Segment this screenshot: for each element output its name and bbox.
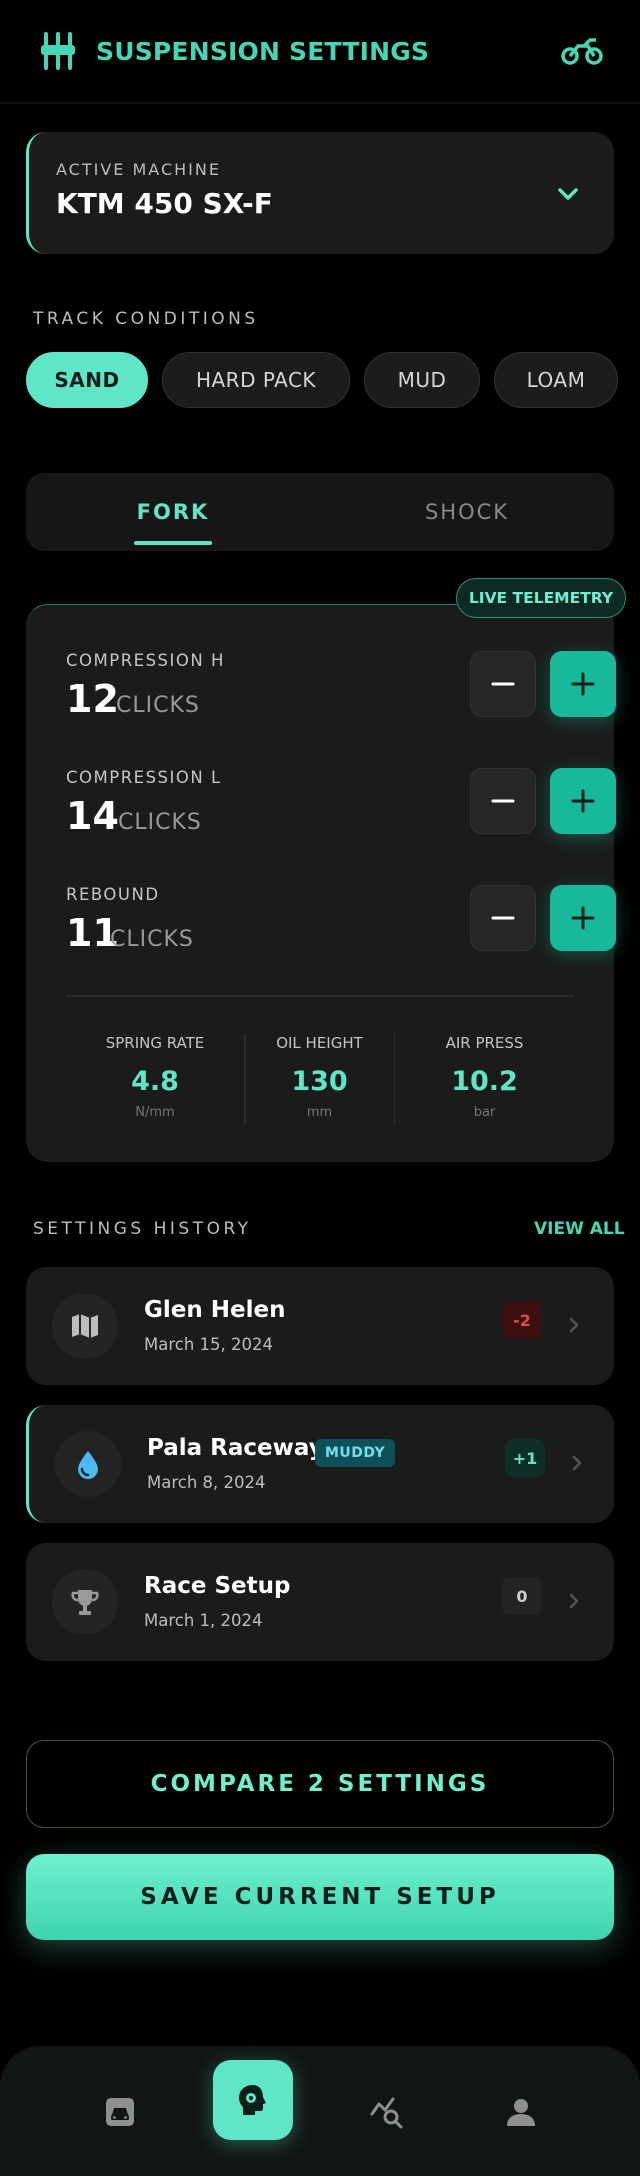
decrement-button[interactable]	[470, 651, 536, 717]
compare-settings-button[interactable]: COMPARE 2 SETTINGS	[26, 1740, 614, 1828]
history-item-race-setup[interactable]: Race Setup March 1, 2024 0	[26, 1543, 614, 1661]
setting-unit: CLICKS	[116, 693, 200, 718]
history-item-glen-helen[interactable]: Glen Helen March 15, 2024 -2	[26, 1267, 614, 1385]
tab-fork[interactable]: FORK	[26, 473, 320, 551]
stat-label: OIL HEIGHT	[276, 1034, 363, 1052]
chevron-down-icon[interactable]	[554, 180, 582, 208]
chevron-right-icon	[569, 1451, 585, 1475]
stat-value: 130	[291, 1066, 348, 1097]
increment-button[interactable]	[550, 768, 616, 834]
app-header: SUSPENSION SETTINGS	[0, 0, 640, 104]
setting-value: 14	[66, 794, 119, 838]
panel-divider	[66, 995, 574, 997]
chip-loam[interactable]: LOAM	[494, 352, 618, 408]
stat-value: 4.8	[131, 1066, 179, 1097]
setting-unit: CLICKS	[110, 927, 194, 952]
stat-unit: mm	[306, 1105, 333, 1120]
chip-hard-pack[interactable]: HARD PACK	[162, 352, 350, 408]
compression-high-row: COMPRESSION H 12 CLICKS	[66, 651, 616, 721]
stat-air-press: AIR PRESS 10.2 bar	[395, 1034, 574, 1124]
delta-badge: -2	[502, 1301, 542, 1339]
settings-history-label: SETTINGS HISTORY	[33, 1219, 252, 1239]
profile-icon[interactable]	[497, 2088, 545, 2136]
chevron-right-icon	[566, 1589, 582, 1613]
increment-button[interactable]	[550, 885, 616, 951]
stat-unit: bar	[473, 1105, 496, 1120]
machine-value: KTM 450 SX-F	[56, 187, 273, 220]
garage-icon[interactable]	[96, 2088, 144, 2136]
fork-stats: SPRING RATE 4.8 N/mm OIL HEIGHT 130 mm A…	[66, 1034, 574, 1124]
stat-label: SPRING RATE	[105, 1034, 205, 1052]
machine-selector[interactable]: ACTIVE MACHINE KTM 450 SX-F	[26, 132, 614, 254]
live-telemetry-badge: LIVE TELEMETRY	[456, 578, 626, 618]
page-title: SUSPENSION SETTINGS	[96, 36, 430, 66]
history-name: Pala Raceway	[147, 1435, 324, 1461]
history-item-pala-raceway[interactable]: Pala Raceway MUDDY March 8, 2024 +1	[26, 1405, 614, 1523]
fork-shock-tabs: FORK SHOCK	[26, 473, 614, 551]
stat-value: 10.2	[451, 1066, 518, 1097]
tab-shock[interactable]: SHOCK	[320, 473, 614, 551]
chip-mud[interactable]: MUD	[364, 352, 480, 408]
trophy-icon	[52, 1569, 118, 1635]
setting-unit: CLICKS	[118, 810, 202, 835]
chevron-right-icon	[566, 1313, 582, 1337]
history-date: March 15, 2024	[144, 1335, 274, 1354]
bottom-nav	[0, 2046, 640, 2176]
setting-value: 12	[66, 677, 119, 721]
save-setup-button[interactable]: SAVE CURRENT SETUP	[26, 1854, 614, 1940]
history-name: Race Setup	[144, 1573, 291, 1599]
chip-sand[interactable]: SAND	[26, 352, 148, 408]
history-name: Glen Helen	[144, 1297, 286, 1323]
map-icon	[52, 1293, 118, 1359]
decrement-button[interactable]	[470, 885, 536, 951]
stat-label: AIR PRESS	[445, 1034, 524, 1052]
history-date: March 1, 2024	[144, 1611, 263, 1630]
stat-spring-rate: SPRING RATE 4.8 N/mm	[66, 1034, 244, 1124]
machine-label: ACTIVE MACHINE	[56, 160, 221, 179]
track-conditions-chips: SAND HARD PACK MUD LOAM	[26, 352, 640, 408]
stat-oil-height: OIL HEIGHT 130 mm	[246, 1034, 394, 1124]
decrement-button[interactable]	[470, 768, 536, 834]
analytics-icon[interactable]	[363, 2088, 411, 2136]
track-conditions-label: TRACK CONDITIONS	[33, 309, 259, 329]
rebound-row: REBOUND 11 CLICKS	[66, 885, 616, 955]
compression-low-row: COMPRESSION L 14 CLICKS	[66, 768, 616, 838]
suspension-sliders-icon	[36, 29, 80, 73]
delta-badge: +1	[505, 1439, 545, 1477]
water-drop-icon	[55, 1431, 121, 1497]
condition-tag: MUDDY	[315, 1439, 396, 1467]
delta-badge: 0	[502, 1577, 542, 1615]
increment-button[interactable]	[550, 651, 616, 717]
settings-head-icon[interactable]	[213, 2060, 293, 2140]
stat-unit: N/mm	[135, 1105, 175, 1120]
motorcycle-icon[interactable]	[560, 34, 604, 70]
view-all-link[interactable]: VIEW ALL	[534, 1219, 625, 1239]
history-date: March 8, 2024	[147, 1473, 266, 1492]
